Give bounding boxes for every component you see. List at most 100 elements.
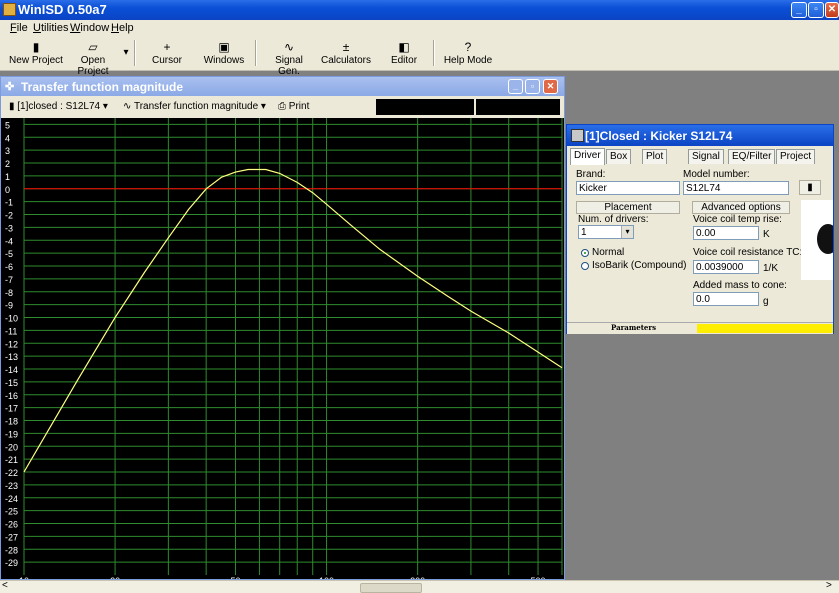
y-tick-label: -23 [5,481,18,491]
plot-type-select[interactable]: ∿ Transfer function magnitude ▾ [123,101,266,112]
y-tick-label: -25 [5,507,18,517]
y-tick-label: 3 [5,146,10,156]
menu-help[interactable]: Help [111,22,134,34]
y-tick-label: -2 [5,211,13,221]
y-tick-label: -16 [5,391,18,401]
y-tick-label: 2 [5,159,10,169]
added-mass-label: Added mass to cone: [693,280,787,291]
minimize-button[interactable]: _ [791,2,807,18]
vc-resistance-label: Voice coil resistance TC: [693,247,803,258]
plot-restore-button[interactable]: ▫ [525,79,540,94]
tab-box[interactable]: Box [606,149,632,164]
x-tick-label: 100 [319,576,334,579]
status-progress [697,324,833,333]
windows-button[interactable]: ▣ Windows [202,39,246,66]
placement-button[interactable]: Placement [576,201,680,214]
y-tick-label: -22 [5,468,18,478]
vc-temp-unit: K [763,229,770,240]
calculators-button[interactable]: ± Calculators [320,39,372,66]
chart-svg: 543210-1-2-3-4-5-6-7-8-9-10-11-12-13-14-… [5,118,563,586]
x-tick-label: 50 [230,576,240,579]
advanced-options-button[interactable]: Advanced options [692,201,790,214]
model-field[interactable]: S12L74 [683,181,789,195]
num-drivers-select[interactable]: 1 ▾ [578,225,634,239]
chevron-down-icon[interactable]: ▾ [621,226,633,238]
plot-close-button[interactable]: ✕ [543,79,558,94]
plot-window-title: Transfer function magnitude [21,80,184,94]
y-tick-label: 4 [5,133,10,143]
y-tick-label: 0 [5,185,10,195]
toolbar-separator [134,40,136,66]
restore-button[interactable]: ▫ [808,2,824,18]
new-project-button[interactable]: ▮ New Project [8,39,64,66]
x-tick-label: 20 [110,576,120,579]
sine-wave-icon: ∿ [123,101,134,112]
menu-window[interactable]: Window [70,22,109,34]
menu-utilities[interactable]: Utilities [33,22,68,34]
open-project-dropdown[interactable]: ▾ [122,47,130,58]
cursor-readout-y [476,99,560,115]
plot-window-title-bar[interactable]: ✜ Transfer function magnitude _ ▫ ✕ [1,77,564,96]
menu-file[interactable]: File [10,22,28,34]
tab-signal[interactable]: Signal [688,149,724,164]
y-tick-label: -1 [5,198,13,208]
tab-project[interactable]: Project [776,149,816,164]
help-mode-button[interactable]: ? Help Mode [442,39,494,66]
tab-plot[interactable]: Plot [642,149,668,164]
added-mass-field[interactable]: 0.0 [693,292,759,306]
x-tick-label: 500 [531,576,546,579]
vc-resistance-field[interactable]: 0.0039000 [693,260,759,274]
y-tick-label: -12 [5,339,18,349]
brand-label: Brand: [576,169,606,180]
normal-radio-label: Normal [592,247,625,258]
vc-temp-field[interactable]: 0.00 [693,226,759,240]
pin-icon: ✜ [5,81,15,93]
open-folder-icon: ▱ [88,40,98,54]
y-tick-label: -11 [5,326,17,336]
driver-editor-button[interactable]: ▮ [799,180,821,195]
isobarik-radio[interactable] [581,262,589,270]
plot-minimize-button[interactable]: _ [508,79,523,94]
driver-window-title: [1]Closed : Kicker S12L74 [585,129,733,143]
added-mass-unit: g [763,296,769,307]
y-tick-label: -27 [5,532,18,542]
open-project-button[interactable]: ▱ Open Project [64,39,122,77]
editor-button[interactable]: ◧ Editor [384,39,424,66]
print-button[interactable]: ⎙ Print [278,101,309,112]
menu-bar: File Utilities Window Help [0,20,839,37]
driver-window-title-bar[interactable]: [1]Closed : Kicker S12L74 [567,125,833,146]
status-bar: Parameters [567,322,833,334]
tab-eq-filter[interactable]: EQ/Filter [728,149,776,164]
tab-driver[interactable]: Driver [570,148,605,165]
vc-temp-label: Voice coil temp rise: [693,214,782,225]
y-tick-label: -10 [5,314,18,324]
driver-image-icon [817,224,833,254]
scroll-right-arrow[interactable]: > [826,580,832,591]
y-tick-label: -26 [5,520,18,530]
y-tick-label: 1 [5,172,10,182]
normal-radio[interactable] [581,249,589,257]
calculator-icon: ± [342,40,350,54]
speaker-icon: ▮ [807,182,813,193]
y-tick-label: -18 [5,417,18,427]
scroll-left-arrow[interactable]: < [2,580,8,591]
cursor-button[interactable]: + Cursor [145,39,189,66]
signal-gen-button[interactable]: ∿ Signal Gen. [264,39,314,77]
y-tick-label: -4 [5,236,13,246]
project-select[interactable]: ▮ [1]closed : S12L74 ▾ [9,101,108,112]
crosshair-icon: + [163,40,171,54]
app-title-bar: WinISD 0.50a7 _ ▫ ✕ [0,0,839,20]
close-button[interactable]: ✕ [825,2,839,18]
brand-field[interactable]: Kicker [576,181,680,195]
horizontal-scrollbar[interactable]: < > [0,580,839,593]
y-tick-label: -6 [5,262,13,272]
y-tick-label: -29 [5,558,18,568]
driver-window: [1]Closed : Kicker S12L74 Driver Box Plo… [566,124,834,334]
x-tick-label: 200 [410,576,425,579]
transfer-function-chart[interactable]: 5 4 3 2 1 0 -1 -2 -3 -4 -5 -6 -7 -8 -9 -10 -11 -12 -13 -14-… [1,118,564,586]
speaker-icon [571,129,584,142]
y-tick-label: -21 [5,455,18,465]
y-tick-label: -20 [5,442,18,452]
windows-icon: ▣ [218,40,230,54]
toolbar-separator [255,40,257,66]
